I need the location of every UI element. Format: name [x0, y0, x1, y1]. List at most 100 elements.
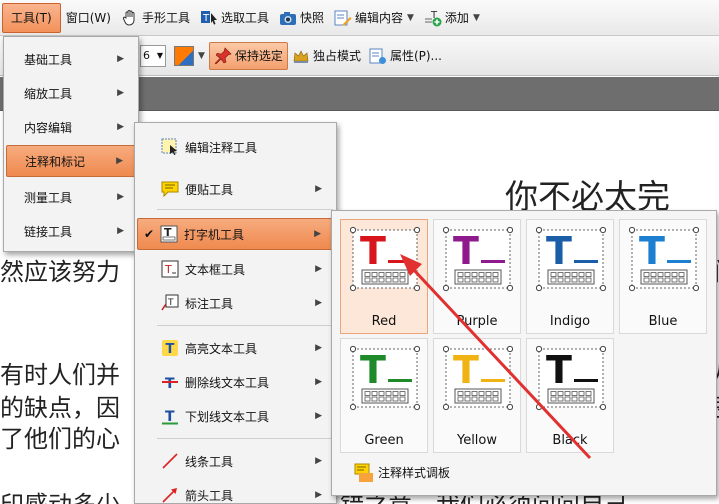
menu-item-line-tool[interactable]: 线条工具 ▶ — [137, 445, 334, 477]
callout-icon: T — [161, 294, 179, 312]
swatch-label: Black — [552, 433, 588, 448]
menu-item-edit-annotation-tool[interactable]: 编辑注释工具 — [137, 131, 334, 163]
tools-menu: 基础工具 ▶ 缩放工具 ▶ 内容编辑 ▶ 注释和标记 ▶ 测量工具 ▶ 链接工具 ▶ — [3, 36, 139, 252]
menu-item-link-tools[interactable]: 链接工具 ▶ — [6, 215, 136, 247]
text-select-icon: T — [200, 9, 218, 27]
menu-separator — [157, 438, 333, 439]
textbox-icon: T — [161, 260, 179, 278]
color-picker-button[interactable]: ▼ — [170, 42, 209, 70]
snapshot-button[interactable]: 快照 — [274, 3, 329, 33]
typewriter-style-icon: T — [536, 226, 606, 292]
add-button[interactable]: T 添加 ▼ — [419, 3, 485, 33]
edit-annotation-icon — [161, 138, 179, 156]
chevron-right-icon: ▶ — [315, 343, 322, 353]
exclusive-mode-button[interactable]: 独占模式 — [288, 42, 365, 70]
menu-item-content-editing[interactable]: 内容编辑 ▶ — [6, 111, 136, 143]
svg-text:T: T — [167, 298, 174, 308]
swatch-label: Purple — [456, 314, 498, 329]
menu-item-label: 内容编辑 — [24, 120, 73, 135]
pin-icon — [214, 46, 232, 65]
menu-item-measure-tools[interactable]: 测量工具 ▶ — [6, 181, 136, 213]
style-swatch-purple[interactable]: T Purple — [433, 219, 521, 334]
chevron-right-icon: ▶ — [315, 184, 322, 194]
menu-item-zoom-tools[interactable]: 缩放工具 ▶ — [6, 77, 136, 109]
chevron-right-icon: ▶ — [117, 54, 124, 64]
typewriter-style-icon: T — [350, 226, 420, 292]
chevron-right-icon: ▶ — [117, 88, 124, 98]
menu-item-strikeout-text-tool[interactable]: T 删除线文本工具 ▶ — [137, 366, 334, 398]
style-swatch-indigo[interactable]: T Indigo — [526, 219, 614, 334]
keep-selected-label: 保持选定 — [234, 49, 283, 63]
swatch-label: Green — [364, 433, 404, 448]
menu-item-label: 高亮文本工具 — [185, 341, 258, 356]
properties-button[interactable]: 属性(P)... — [365, 42, 446, 70]
svg-text:T: T — [360, 348, 386, 392]
menu-item-comment-markup[interactable]: 注释和标记 ▶ — [6, 145, 136, 177]
menu-item-label: 标注工具 — [185, 296, 234, 311]
properties-icon — [369, 47, 387, 65]
typewriter-style-panel: T Red T Purple T Indigo T Blue T Green T… — [331, 210, 717, 496]
svg-text:T: T — [166, 342, 175, 357]
menu-item-arrow-tool[interactable]: 箭头工具 ▶ — [137, 479, 334, 504]
zoom-select[interactable]: 6 ▼ — [140, 44, 166, 67]
svg-text:T: T — [453, 348, 479, 392]
typewriter-style-icon: T — [629, 226, 699, 292]
svg-text:T: T — [165, 376, 175, 391]
menu-item-label: 箭头工具 — [185, 488, 234, 503]
keep-selected-button[interactable]: 保持选定 — [208, 41, 288, 70]
menu-window-label: 窗口(W) — [65, 11, 111, 25]
zoom-combo[interactable]: 6 ▼ — [136, 42, 170, 70]
select-tool-button[interactable]: T 选取工具 — [195, 3, 274, 33]
doc-line-3: 的缺点，因 — [0, 394, 120, 422]
swatch-label: Yellow — [456, 433, 498, 448]
menu-item-label: 便贴工具 — [185, 182, 234, 197]
menu-item-sticky-note-tool[interactable]: 便贴工具 ▶ — [137, 173, 334, 205]
menu-separator — [157, 209, 333, 210]
edit-content-button[interactable]: 编辑内容 ▼ — [329, 3, 419, 33]
style-swatch-green[interactable]: T Green — [340, 338, 428, 453]
menu-item-underline-text-tool[interactable]: T 下划线文本工具 ▶ — [137, 400, 334, 432]
menu-item-typewriter-tool[interactable]: ✔ T 打字机工具 ▶ — [137, 218, 334, 250]
hand-tool-button[interactable]: 手形工具 — [116, 3, 195, 33]
svg-text:T: T — [639, 229, 665, 273]
strikeout-text-icon: T — [161, 373, 179, 392]
style-swatch-yellow[interactable]: T Yellow — [433, 338, 521, 453]
menu-tools-label: 工具(T) — [11, 11, 52, 25]
menu-item-label: 下划线文本工具 — [185, 409, 270, 424]
style-swatch-red[interactable]: T Red — [340, 219, 428, 334]
menu-item-label: 测量工具 — [24, 190, 73, 205]
menu-item-callout-tool[interactable]: T 标注工具 ▶ — [137, 287, 334, 319]
svg-text:T: T — [453, 229, 479, 273]
menu-item-basic-tools[interactable]: 基础工具 ▶ — [6, 43, 136, 75]
chevron-right-icon: ▶ — [315, 456, 322, 466]
properties-label: 属性(P)... — [389, 49, 442, 63]
add-dropdown-icon[interactable]: ▼ — [473, 13, 480, 23]
doc-line-5-left: 印感动多少 — [0, 485, 120, 504]
camera-icon — [279, 9, 297, 27]
menu-item-label: 线条工具 — [185, 454, 234, 469]
svg-text:T: T — [546, 348, 572, 392]
menu-item-label: 链接工具 — [24, 224, 73, 239]
typewriter-style-icon: T — [350, 345, 420, 411]
chevron-down-icon: ▼ — [156, 51, 163, 60]
annotation-style-palette-button[interactable]: 注释样式调板 — [354, 459, 450, 485]
style-swatch-blue[interactable]: T Blue — [619, 219, 707, 334]
comment-markup-submenu: 编辑注释工具 便贴工具 ▶ ✔ T 打字机工具 ▶ T 文本框工具 ▶ T 标注… — [134, 122, 337, 504]
color-dropdown-icon[interactable]: ▼ — [198, 51, 205, 61]
style-swatch-black[interactable]: T Black — [526, 338, 614, 453]
chevron-right-icon: ▶ — [314, 229, 321, 239]
swatch-label: Blue — [648, 314, 678, 329]
edit-content-dropdown-icon[interactable]: ▼ — [407, 13, 414, 23]
menu-tools[interactable]: 工具(T) — [2, 2, 61, 33]
typewriter-style-icon: T — [443, 345, 513, 411]
typewriter-style-icon: T — [443, 226, 513, 292]
menu-item-highlight-text-tool[interactable]: T 高亮文本工具 ▶ — [137, 332, 334, 364]
menu-item-textbox-tool[interactable]: T 文本框工具 ▶ — [137, 253, 334, 285]
menu-item-label: 编辑注释工具 — [185, 140, 258, 155]
menu-item-label: 打字机工具 — [184, 227, 245, 242]
palette-label: 注释样式调板 — [378, 465, 451, 480]
menu-window[interactable]: 窗口(W) — [61, 3, 116, 33]
crown-icon — [292, 47, 310, 65]
menu-separator — [157, 325, 333, 326]
swatch-label: Indigo — [549, 314, 591, 329]
